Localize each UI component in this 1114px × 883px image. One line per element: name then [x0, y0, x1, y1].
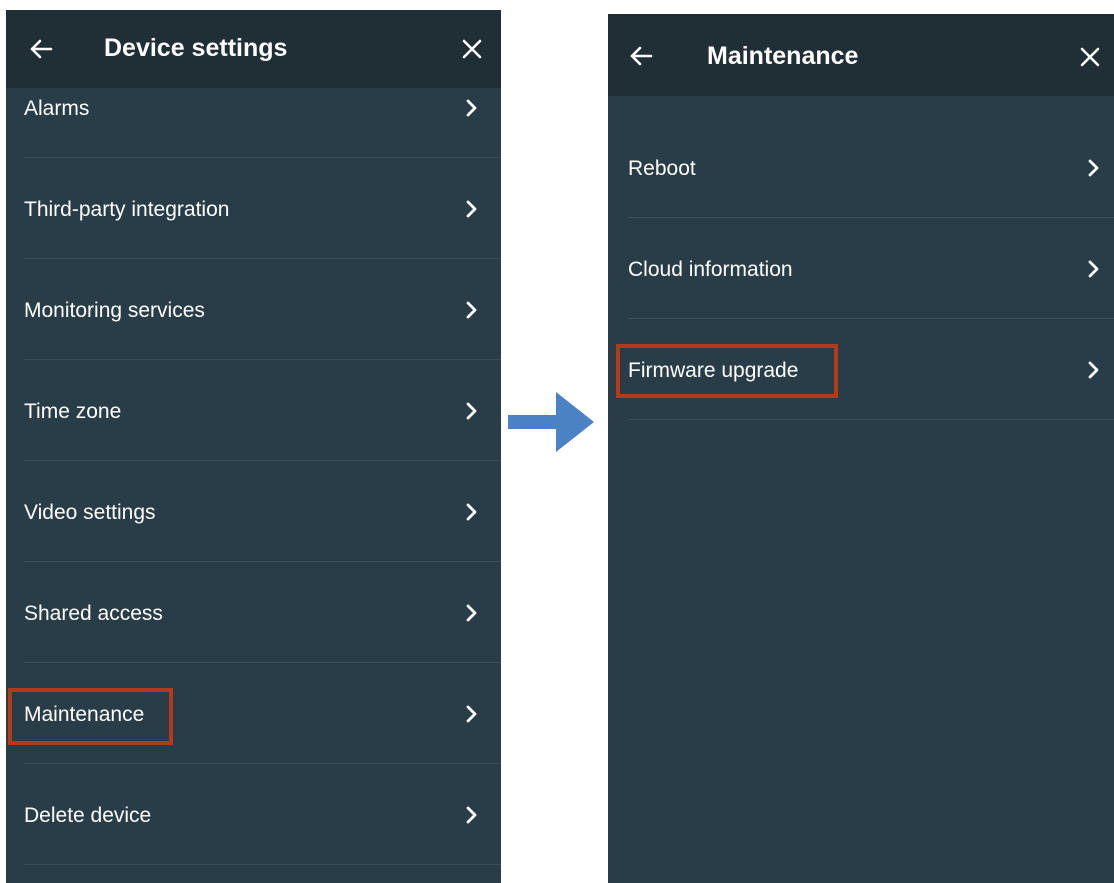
- menu-item-delete-device[interactable]: Delete device: [6, 764, 501, 865]
- chevron-right-icon: [466, 99, 477, 117]
- menu-item-label: Alarms: [24, 97, 90, 120]
- menu-item-label: Reboot: [628, 157, 696, 180]
- chevron-right-icon: [466, 200, 477, 218]
- chevron-right-icon: [466, 705, 477, 723]
- chevron-right-icon: [466, 402, 477, 420]
- app-header: Device settings: [6, 10, 501, 88]
- menu-item-label: Firmware upgrade: [628, 359, 799, 382]
- menu-item-maintenance[interactable]: Maintenance: [6, 663, 501, 764]
- menu-item-label: Maintenance: [24, 703, 145, 726]
- menu-item-label: Third-party integration: [24, 198, 230, 221]
- menu-item-label: Shared access: [24, 602, 163, 625]
- chevron-right-icon: [1088, 159, 1099, 177]
- menu-item-label: Video settings: [24, 501, 156, 524]
- close-icon[interactable]: [459, 36, 485, 62]
- chevron-right-icon: [466, 503, 477, 521]
- maintenance-screen: Maintenance Reboot Cloud information Fir…: [608, 14, 1114, 883]
- menu-item-shared-access[interactable]: Shared access: [6, 562, 501, 663]
- menu-item-label: Monitoring services: [24, 299, 205, 322]
- arrow-right-icon: [508, 392, 594, 452]
- arrow-left-icon[interactable]: [628, 43, 654, 69]
- close-icon[interactable]: [1077, 44, 1103, 70]
- device-settings-screen: Alarms Third-party integration Monitorin…: [6, 10, 501, 883]
- app-header: Maintenance: [608, 14, 1114, 96]
- menu-item-reboot[interactable]: Reboot: [608, 117, 1114, 218]
- maintenance-menu: Reboot Cloud information Firmware upgrad…: [608, 117, 1114, 420]
- chevron-right-icon: [466, 604, 477, 622]
- chevron-right-icon: [1088, 361, 1099, 379]
- menu-item-label: Cloud information: [628, 258, 793, 281]
- menu-item-firmware-upgrade[interactable]: Firmware upgrade: [608, 319, 1114, 420]
- chevron-right-icon: [466, 806, 477, 824]
- tutorial-composite: Alarms Third-party integration Monitorin…: [0, 0, 1114, 883]
- menu-item-time-zone[interactable]: Time zone: [6, 360, 501, 461]
- page-title: Maintenance: [707, 42, 859, 70]
- menu-item-monitoring-services[interactable]: Monitoring services: [6, 259, 501, 360]
- device-settings-menu: Alarms Third-party integration Monitorin…: [6, 57, 501, 865]
- menu-item-label: Delete device: [24, 804, 152, 827]
- arrow-left-icon[interactable]: [28, 36, 54, 62]
- chevron-right-icon: [466, 301, 477, 319]
- menu-item-cloud-information[interactable]: Cloud information: [608, 218, 1114, 319]
- chevron-right-icon: [1088, 260, 1099, 278]
- menu-item-third-party-integration[interactable]: Third-party integration: [6, 158, 501, 259]
- page-title: Device settings: [104, 34, 288, 62]
- menu-item-label: Time zone: [24, 400, 122, 423]
- menu-item-video-settings[interactable]: Video settings: [6, 461, 501, 562]
